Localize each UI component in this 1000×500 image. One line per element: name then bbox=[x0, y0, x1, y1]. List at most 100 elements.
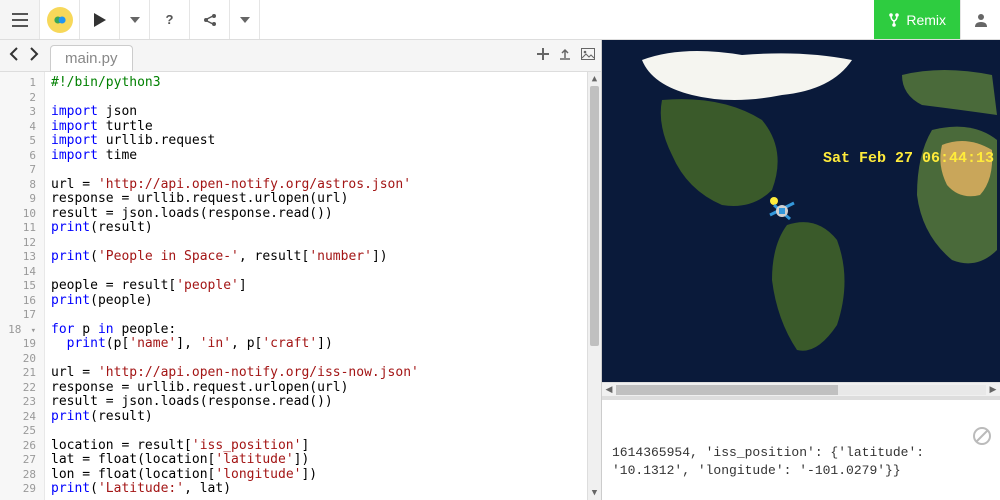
scroll-down[interactable]: ▼ bbox=[588, 486, 601, 500]
code-line[interactable]: url = 'http://api.open-notify.org/iss-no… bbox=[51, 366, 601, 381]
code-line[interactable]: print('People in Space-', result['number… bbox=[51, 250, 601, 265]
code-line[interactable]: import turtle bbox=[51, 120, 601, 135]
scroll-up[interactable]: ▲ bbox=[588, 72, 601, 86]
top-toolbar: ? Remix bbox=[0, 0, 1000, 40]
chevron-down-icon bbox=[240, 17, 250, 23]
toolbar-left: ? bbox=[0, 0, 260, 39]
console-output[interactable]: 1614365954, 'iss_position': {'latitude':… bbox=[602, 400, 1000, 500]
line-number: 9 bbox=[0, 192, 36, 207]
share-dropdown[interactable] bbox=[230, 0, 260, 39]
upload-icon bbox=[559, 48, 571, 60]
plus-icon bbox=[537, 48, 549, 60]
fork-icon bbox=[888, 13, 900, 27]
tab-prev[interactable] bbox=[6, 45, 21, 66]
line-number: 10 bbox=[0, 207, 36, 222]
code-editor[interactable]: 123456789101112131415161718 ▾19202122232… bbox=[0, 72, 601, 500]
line-number: 21 bbox=[0, 366, 36, 381]
line-gutter: 123456789101112131415161718 ▾19202122232… bbox=[0, 72, 45, 500]
line-number: 28 bbox=[0, 468, 36, 483]
upload-button[interactable] bbox=[559, 48, 571, 63]
line-number: 17 bbox=[0, 308, 36, 323]
line-number: 20 bbox=[0, 352, 36, 367]
hscroll-track[interactable] bbox=[616, 385, 986, 395]
line-number: 22 bbox=[0, 381, 36, 396]
line-number: 3 bbox=[0, 105, 36, 120]
hscroll-left[interactable]: ◀ bbox=[602, 384, 616, 395]
hscroll-right[interactable]: ▶ bbox=[986, 384, 1000, 395]
hscroll-thumb[interactable] bbox=[616, 385, 838, 395]
code-line[interactable] bbox=[51, 91, 601, 106]
help-button[interactable]: ? bbox=[150, 0, 190, 39]
code-line[interactable]: result = json.loads(response.read()) bbox=[51, 207, 601, 222]
tab-next[interactable] bbox=[27, 45, 42, 66]
code-line[interactable]: location = result['iss_position'] bbox=[51, 439, 601, 454]
code-line[interactable]: response = urllib.request.urlopen(url) bbox=[51, 381, 601, 396]
code-line[interactable]: lon = float(location['longitude']) bbox=[51, 468, 601, 483]
editor-pane: main.py 123456789101112131415161718 ▾192… bbox=[0, 40, 602, 500]
user-button[interactable] bbox=[960, 0, 1000, 39]
main-split: main.py 123456789101112131415161718 ▾192… bbox=[0, 40, 1000, 500]
code-line[interactable] bbox=[51, 265, 601, 280]
code-line[interactable]: response = urllib.request.urlopen(url) bbox=[51, 192, 601, 207]
code-line[interactable] bbox=[51, 163, 601, 178]
code-line[interactable] bbox=[51, 352, 601, 367]
scroll-thumb[interactable] bbox=[590, 86, 599, 346]
tab-bar: main.py bbox=[0, 40, 601, 72]
line-number[interactable]: 18 ▾ bbox=[0, 323, 36, 338]
code-line[interactable]: print('Latitude:', lat) bbox=[51, 482, 601, 497]
user-icon bbox=[974, 13, 988, 27]
file-tab-label: main.py bbox=[65, 50, 118, 67]
code-line[interactable]: print(result) bbox=[51, 410, 601, 425]
stop-button[interactable] bbox=[910, 408, 992, 470]
code-line[interactable]: import urllib.request bbox=[51, 134, 601, 149]
code-line[interactable] bbox=[51, 236, 601, 251]
line-number: 25 bbox=[0, 424, 36, 439]
code-line[interactable]: print(result) bbox=[51, 221, 601, 236]
share-icon bbox=[203, 13, 217, 27]
code-line[interactable]: print(people) bbox=[51, 294, 601, 309]
code-line[interactable] bbox=[51, 424, 601, 439]
code-line[interactable]: #!/bin/python3 bbox=[51, 76, 601, 91]
image-button[interactable] bbox=[581, 48, 595, 63]
code-line[interactable] bbox=[51, 308, 601, 323]
line-number: 16 bbox=[0, 294, 36, 309]
code-line[interactable]: for p in people: bbox=[51, 323, 601, 338]
code-line[interactable]: people = result['people'] bbox=[51, 279, 601, 294]
share-button[interactable] bbox=[190, 0, 230, 39]
toolbar-right: Remix bbox=[874, 0, 1000, 39]
add-file-button[interactable] bbox=[537, 48, 549, 63]
editor-scrollbar[interactable]: ▲ ▼ bbox=[587, 72, 601, 500]
line-number: 12 bbox=[0, 236, 36, 251]
file-tab[interactable]: main.py bbox=[50, 45, 133, 71]
run-button[interactable] bbox=[80, 0, 120, 39]
run-dropdown[interactable] bbox=[120, 0, 150, 39]
line-number: 26 bbox=[0, 439, 36, 454]
line-number: 11 bbox=[0, 221, 36, 236]
code-line[interactable]: lat = float(location['latitude']) bbox=[51, 453, 601, 468]
code-area[interactable]: #!/bin/python3import jsonimport turtleim… bbox=[45, 72, 601, 500]
code-line[interactable]: print(p['name'], 'in', p['craft']) bbox=[51, 337, 601, 352]
line-number: 5 bbox=[0, 134, 36, 149]
remix-label: Remix bbox=[906, 12, 946, 28]
line-number: 8 bbox=[0, 178, 36, 193]
code-line[interactable]: import time bbox=[51, 149, 601, 164]
remix-button[interactable]: Remix bbox=[874, 0, 960, 39]
graphics-hscroll[interactable]: ◀ ▶ bbox=[602, 382, 1000, 396]
logo-icon bbox=[47, 7, 73, 33]
line-number: 2 bbox=[0, 91, 36, 106]
line-number: 4 bbox=[0, 120, 36, 135]
menu-button[interactable] bbox=[0, 0, 40, 39]
tab-actions bbox=[537, 48, 595, 63]
line-number: 29 bbox=[0, 482, 36, 497]
code-line[interactable]: url = 'http://api.open-notify.org/astros… bbox=[51, 178, 601, 193]
stop-icon bbox=[972, 426, 992, 446]
line-number: 6 bbox=[0, 149, 36, 164]
world-map bbox=[602, 40, 1000, 376]
play-icon bbox=[94, 13, 106, 27]
question-icon: ? bbox=[166, 12, 174, 27]
line-number: 13 bbox=[0, 250, 36, 265]
code-line[interactable]: result = json.loads(response.read()) bbox=[51, 395, 601, 410]
code-line[interactable]: import json bbox=[51, 105, 601, 120]
line-number: 15 bbox=[0, 279, 36, 294]
logo-button[interactable] bbox=[40, 0, 80, 39]
